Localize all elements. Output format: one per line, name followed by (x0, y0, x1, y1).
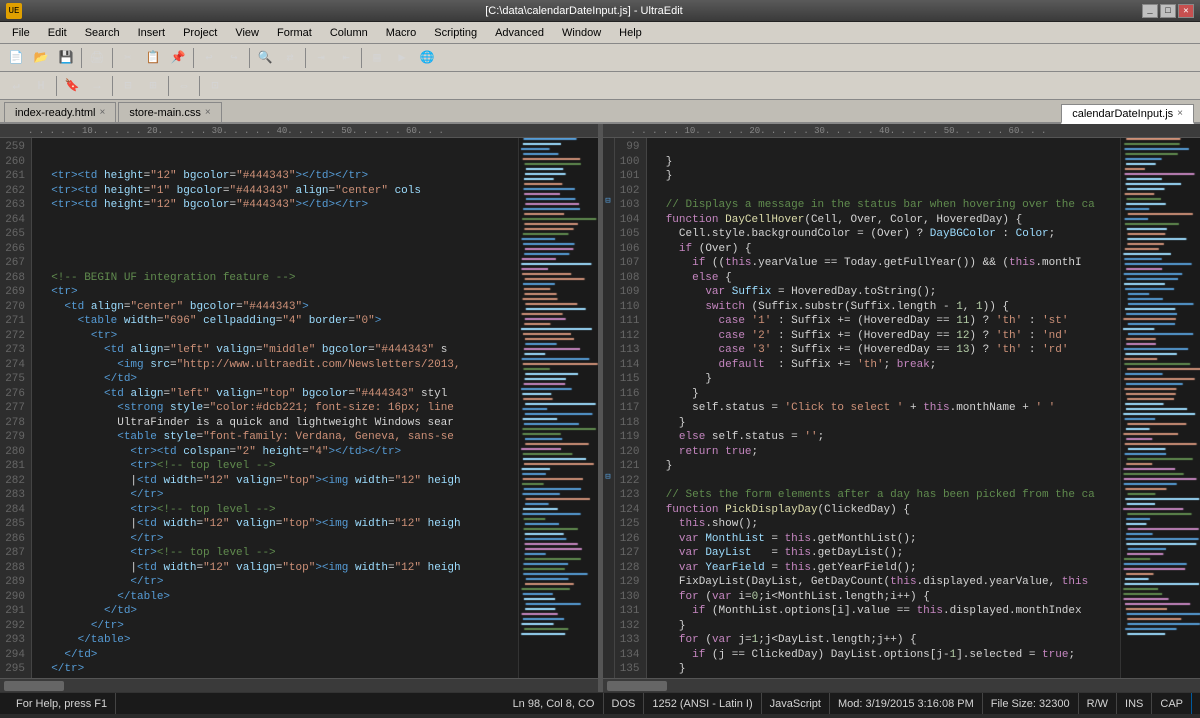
menu-search[interactable]: Search (77, 23, 128, 43)
status-modified: Mod: 3/19/2015 3:16:08 PM (830, 693, 983, 714)
tab-index-ready[interactable]: index-ready.html × (4, 102, 116, 122)
menu-view[interactable]: View (227, 23, 267, 43)
wordwrap-button[interactable]: ↵ (4, 75, 28, 97)
new-button[interactable]: 📄 (4, 47, 28, 69)
status-ins: INS (1117, 693, 1152, 714)
title-bar: UE [C:\data\calendarDateInput.js] - Ultr… (0, 0, 1200, 22)
status-help: For Help, press F1 (8, 693, 116, 714)
menu-file[interactable]: File (4, 23, 38, 43)
right-code-view[interactable]: ⊟ ⊟ (603, 138, 1200, 678)
left-editor-panel: . . . . . 10. . . . . 20. . . . . 30. . … (0, 124, 599, 692)
status-rw: R/W (1079, 693, 1117, 714)
redo-button[interactable]: ↪ (222, 47, 246, 69)
status-encoding: 1252 (ANSI - Latin I) (644, 693, 761, 714)
close-button[interactable]: ✕ (1178, 4, 1194, 18)
tab-close-left2[interactable]: × (205, 107, 211, 118)
right-editor-panel: . . . . . 10. . . . . 20. . . . . 30. . … (603, 124, 1200, 692)
status-caps: CAP (1152, 693, 1192, 714)
menu-help[interactable]: Help (611, 23, 650, 43)
tab-close-right[interactable]: × (1177, 108, 1183, 119)
tab-label: index-ready.html (15, 107, 96, 119)
open-button[interactable]: 📂 (29, 47, 53, 69)
app-icon: UE (6, 3, 22, 19)
right-line-numbers: 99100101102103 104105106107108 109110111… (615, 138, 647, 678)
status-bar: For Help, press F1 Ln 98, Col 8, CO DOS … (0, 692, 1200, 714)
right-code-content[interactable]: } } // Displays a message in the status … (647, 138, 1121, 678)
toolbar-sep-4 (249, 48, 250, 68)
toolbar-sep-2 (112, 48, 113, 68)
toolbar-sep-5 (305, 48, 306, 68)
toolbar2-sep-3 (168, 76, 169, 96)
copy-button[interactable]: 📋 (141, 47, 165, 69)
status-dos: DOS (604, 693, 645, 714)
compare-button[interactable]: ⇔ (172, 75, 196, 97)
left-line-numbers: 259260261262263 264265266267268 26927027… (0, 138, 32, 678)
unfold-button[interactable]: ⊞ (141, 75, 165, 97)
menu-format[interactable]: Format (269, 23, 320, 43)
menu-bar: File Edit Search Insert Project View For… (0, 22, 1200, 44)
left-hscroll[interactable] (0, 678, 598, 692)
menu-insert[interactable]: Insert (130, 23, 174, 43)
outdent-button[interactable]: ⇤ (334, 47, 358, 69)
paste-button[interactable]: 📌 (166, 47, 190, 69)
tab-label: store-main.css (129, 107, 201, 119)
toolbar-sep-1 (81, 48, 82, 68)
right-hscroll[interactable] (603, 678, 1200, 692)
replace-button[interactable]: ⇄ (278, 47, 302, 69)
print-button[interactable]: 🖨 (85, 47, 109, 69)
indent-button[interactable]: ⇥ (309, 47, 333, 69)
tab-close-left1[interactable]: × (100, 107, 106, 118)
fold-button[interactable]: ⊟ (116, 75, 140, 97)
minimize-button[interactable]: _ (1142, 4, 1158, 18)
find-button[interactable]: 🔍 (253, 47, 277, 69)
window-title: [C:\data\calendarDateInput.js] - UltraEd… (26, 5, 1142, 17)
cut-button[interactable]: ✂ (116, 47, 140, 69)
toolbar2-sep-4 (199, 76, 200, 96)
left-code-content[interactable]: <tr><td height="12" bgcolor="#444343"></… (32, 138, 518, 678)
right-fold-gutter: ⊟ ⊟ (603, 138, 615, 678)
status-language: JavaScript (762, 693, 830, 714)
toolbar-main: 📄 📂 💾 🖨 ✂ 📋 📌 ↩ ↪ 🔍 ⇄ ⇥ ⇤ ▤ ▶ 🌐 (0, 44, 1200, 72)
undo-button[interactable]: ↩ (197, 47, 221, 69)
menu-project[interactable]: Project (175, 23, 225, 43)
toolbar2-sep-2 (112, 76, 113, 96)
column-button[interactable]: ▤ (365, 47, 389, 69)
tab-label: calendarDateInput.js (1072, 108, 1173, 120)
status-position: Ln 98, Col 8, CO (505, 693, 604, 714)
menu-edit[interactable]: Edit (40, 23, 75, 43)
menu-scripting[interactable]: Scripting (426, 23, 485, 43)
status-filesize: File Size: 32300 (983, 693, 1079, 714)
menu-column[interactable]: Column (322, 23, 376, 43)
tab-calendar[interactable]: calendarDateInput.js × (1061, 104, 1194, 124)
goto-button[interactable]: → (85, 75, 109, 97)
tab-store-main[interactable]: store-main.css × (118, 102, 221, 122)
save-button[interactable]: 💾 (54, 47, 78, 69)
bookmark-button[interactable]: 🔖 (60, 75, 84, 97)
left-ruler: . . . . . 10. . . . . 20. . . . . 30. . … (0, 124, 598, 138)
ftp-button[interactable]: 🌐 (415, 47, 439, 69)
right-ruler: . . . . . 10. . . . . 20. . . . . 30. . … (603, 124, 1200, 138)
right-minimap (1120, 138, 1200, 678)
menu-window[interactable]: Window (554, 23, 609, 43)
macro-button[interactable]: ▶ (390, 47, 414, 69)
toolbar2-sep-1 (56, 76, 57, 96)
maximize-button[interactable]: □ (1160, 4, 1176, 18)
left-code-view[interactable]: 259260261262263 264265266267268 26927027… (0, 138, 598, 678)
tabs-bar: index-ready.html × store-main.css × cale… (0, 100, 1200, 124)
hex-button[interactable]: H (29, 75, 53, 97)
editor-area: . . . . . 10. . . . . 20. . . . . 30. . … (0, 124, 1200, 692)
split-button[interactable]: ⊡ (203, 75, 227, 97)
left-minimap (518, 138, 598, 678)
toolbar-sep-3 (193, 48, 194, 68)
menu-advanced[interactable]: Advanced (487, 23, 552, 43)
window-controls: _ □ ✕ (1142, 4, 1194, 18)
toolbar-secondary: ↵ H 🔖 → ⊟ ⊞ ⇔ ⊡ (0, 72, 1200, 100)
toolbar-sep-6 (361, 48, 362, 68)
menu-macro[interactable]: Macro (378, 23, 425, 43)
